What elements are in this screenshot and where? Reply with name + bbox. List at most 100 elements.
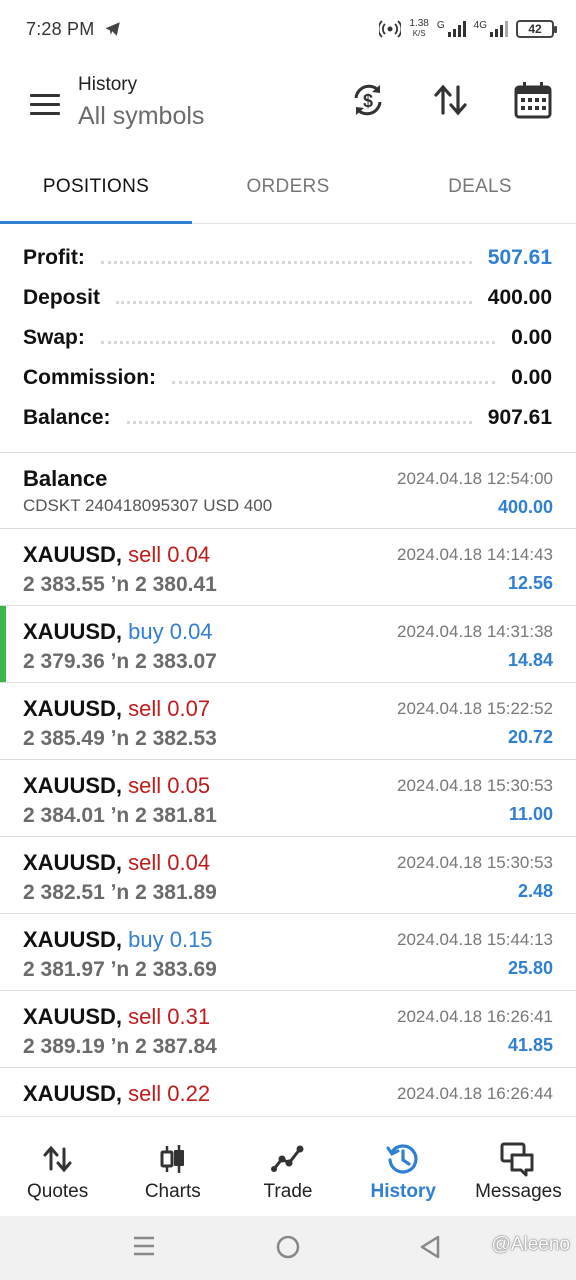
nav-messages[interactable]: Messages — [461, 1117, 576, 1216]
symbol-filter[interactable]: All symbols — [78, 102, 204, 131]
summary-value: 0.00 — [511, 366, 552, 389]
svg-text:$: $ — [363, 91, 373, 111]
deal-prices: 2 381.97 ʼn 2 383.69 — [23, 958, 217, 981]
nav-trade[interactable]: Trade — [230, 1117, 345, 1216]
deal-type: buy 0.04 — [128, 619, 213, 644]
deal-profit: 2.48 — [517, 881, 553, 901]
summary-label: Deposit — [23, 286, 101, 309]
network-speed: 1.38 K/S — [409, 19, 428, 39]
deal-prices: 2 384.01 ʼn 2 381.81 — [23, 804, 217, 827]
dot-leader — [100, 340, 496, 344]
nav-quotes[interactable]: Quotes — [0, 1117, 115, 1216]
bottom-navigation: Quotes Charts Trade History Messages — [0, 1116, 576, 1216]
entry-amount: 400.00 — [497, 497, 553, 517]
nav-label: History — [370, 1181, 436, 1202]
deal-symbol: XAUUSD, — [23, 1004, 123, 1029]
nav-charts[interactable]: Charts — [115, 1117, 230, 1216]
deal-row[interactable]: XAUUSD, sell 0.04 2 382.51 ʼn 2 381.89 2… — [0, 837, 576, 914]
deal-time: 2024.04.18 15:30:53 — [397, 853, 553, 872]
deal-symbol: XAUUSD, — [23, 619, 123, 644]
signal-2-tag: 4G — [473, 20, 487, 31]
sort-icon[interactable] — [431, 80, 471, 120]
deal-prices: 2 383.55 ʼn 2 380.41 — [23, 573, 217, 596]
summary-label: Swap: — [23, 326, 85, 349]
deal-prices: 2 379.36 ʼn 2 383.07 — [23, 650, 217, 673]
recent-apps-icon[interactable] — [132, 1234, 156, 1258]
candlestick-chart-icon — [160, 1145, 184, 1173]
summary-row-commission: Commission: 0.00 — [0, 358, 576, 398]
summary-value: 400.00 — [487, 286, 552, 309]
selection-marker — [0, 606, 6, 682]
dot-leader — [100, 260, 472, 264]
deal-type: sell 0.07 — [128, 696, 211, 721]
status-indicators: 1.38 K/S G 4G 42 — [379, 19, 557, 39]
tab-deals[interactable]: DEALS — [384, 148, 576, 223]
deal-profit: 14.84 — [507, 650, 553, 670]
messages-icon — [500, 1142, 534, 1177]
tab-positions[interactable]: POSITIONS — [0, 148, 192, 224]
history-list[interactable]: Balance CDSKT 240418095307 USD 400 2024.… — [0, 453, 576, 1115]
dot-leader — [126, 420, 472, 424]
nav-label: Trade — [263, 1181, 313, 1202]
summary-row-profit: Profit: 507.61 — [0, 238, 576, 278]
tab-orders[interactable]: ORDERS — [192, 148, 384, 223]
speed-unit: K/S — [412, 29, 426, 38]
deal-symbol: XAUUSD, — [23, 850, 123, 875]
deal-row[interactable]: XAUUSD, sell 0.31 2 389.19 ʼn 2 387.84 2… — [0, 991, 576, 1068]
deal-type: sell 0.31 — [128, 1004, 211, 1029]
deal-time: 2024.04.18 14:31:38 — [397, 622, 553, 641]
summary-label: Profit: — [23, 246, 85, 269]
nav-history[interactable]: History — [346, 1117, 461, 1216]
deal-time: 2024.04.18 16:26:44 — [397, 1084, 553, 1103]
deal-prices: 2 389.19 ʼn 2 387.84 — [23, 1035, 217, 1058]
deal-time: 2024.04.18 14:14:43 — [397, 545, 553, 564]
balance-entry[interactable]: Balance CDSKT 240418095307 USD 400 2024.… — [0, 453, 576, 529]
calendar-icon[interactable] — [513, 80, 553, 120]
currency-sync-icon[interactable]: $ — [348, 80, 388, 120]
home-icon[interactable] — [275, 1234, 301, 1260]
summary-row-swap: Swap: 0.00 — [0, 318, 576, 358]
back-icon[interactable] — [418, 1234, 442, 1260]
deal-time: 2024.04.18 15:30:53 — [397, 776, 553, 795]
summary-label: Balance: — [23, 406, 111, 429]
deal-symbol: XAUUSD, — [23, 773, 123, 798]
hotspot-icon — [379, 20, 402, 38]
deal-type: sell 0.05 — [128, 773, 211, 798]
telegram-icon — [105, 22, 121, 36]
status-time: 7:28 PM — [26, 18, 95, 39]
summary-row-deposit: Deposit 400.00 — [0, 278, 576, 318]
tab-bar: POSITIONS ORDERS DEALS — [0, 148, 576, 224]
deal-row[interactable]: XAUUSD, sell 0.05 2 384.01 ʼn 2 381.81 2… — [0, 760, 576, 837]
deal-row[interactable]: XAUUSD, sell 0.07 2 385.49 ʼn 2 382.53 2… — [0, 683, 576, 760]
watermark: @Aleeno — [491, 1234, 570, 1255]
deal-time: 2024.04.18 16:26:41 — [397, 1007, 553, 1026]
deal-prices: 2 385.49 ʼn 2 382.53 — [23, 727, 217, 750]
deal-row-selected[interactable]: XAUUSD, buy 0.04 2 379.36 ʼn 2 383.07 20… — [0, 606, 576, 683]
battery-level: 42 — [528, 22, 542, 36]
deal-profit: 25.80 — [507, 958, 553, 978]
trade-line-icon — [271, 1145, 304, 1172]
deal-profit: 41.85 — [507, 1035, 553, 1055]
deal-row[interactable]: XAUUSD, sell 0.04 2 383.55 ʼn 2 380.41 2… — [0, 529, 576, 606]
summary-value: 0.00 — [511, 326, 552, 349]
summary-value: 507.61 — [487, 246, 552, 269]
history-clock-icon — [386, 1144, 418, 1174]
dot-leader — [172, 380, 496, 384]
signal-icon-1: G — [437, 21, 466, 37]
deal-symbol: XAUUSD, — [23, 927, 123, 952]
deal-type: sell 0.04 — [128, 850, 211, 875]
entry-time: 2024.04.18 12:54:00 — [397, 469, 553, 488]
app-header: History All symbols $ — [0, 58, 576, 148]
deal-time: 2024.04.18 15:22:52 — [397, 699, 553, 718]
menu-icon[interactable] — [30, 94, 60, 115]
deal-type: sell 0.22 — [128, 1081, 211, 1106]
page-title: History — [78, 74, 138, 95]
deal-row[interactable]: XAUUSD, buy 0.15 2 381.97 ʼn 2 383.69 20… — [0, 914, 576, 991]
nav-label: Quotes — [26, 1181, 89, 1202]
deal-row[interactable]: XAUUSD, sell 0.22 2024.04.18 16:26:44 — [0, 1068, 576, 1115]
battery-icon: 42 — [516, 20, 557, 38]
signal-icon-2: 4G — [474, 21, 508, 37]
quotes-icon — [43, 1145, 72, 1173]
summary-panel: Profit: 507.61 Deposit 400.00 Swap: 0.00… — [0, 238, 576, 438]
deal-type: sell 0.04 — [128, 542, 211, 567]
